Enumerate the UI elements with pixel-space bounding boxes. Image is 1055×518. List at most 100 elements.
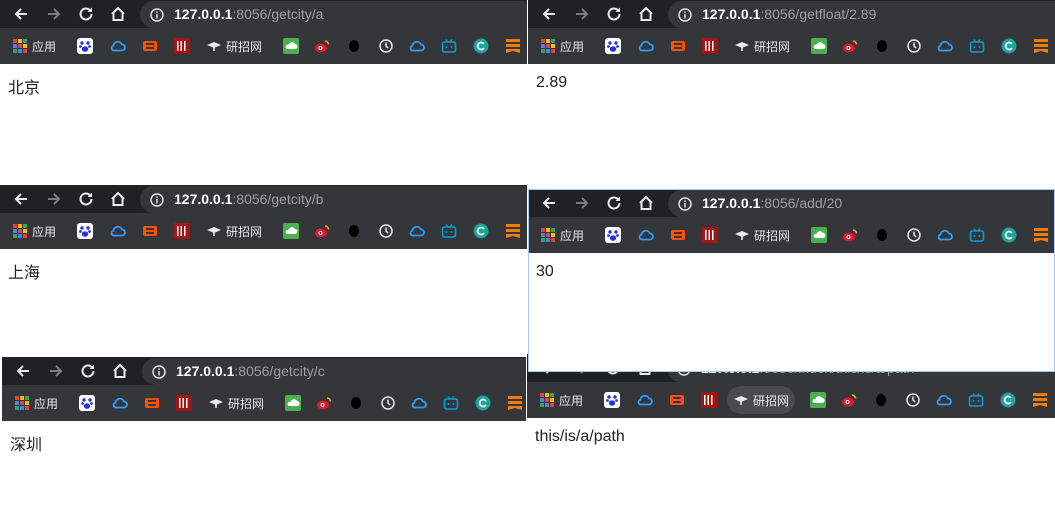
bookmark-cloud-2[interactable] xyxy=(409,37,425,55)
bookmark-yanzhao[interactable]: 研招网 xyxy=(208,394,264,412)
bookmark-taobao[interactable] xyxy=(142,222,158,240)
bookmark-cloud[interactable] xyxy=(638,226,654,244)
bookmark-bilibili[interactable] xyxy=(969,37,985,55)
bookmark-taobao[interactable] xyxy=(142,37,158,55)
bookmark-clock[interactable] xyxy=(380,394,396,412)
bookmark-orange[interactable] xyxy=(1033,37,1049,55)
address-bar[interactable]: 127.0.0.1:8056/getcity/b xyxy=(140,186,527,213)
bookmark-cloud[interactable] xyxy=(110,37,126,55)
bookmark-yanzhao[interactable]: 研招网 xyxy=(206,222,262,240)
bookmark-teal[interactable] xyxy=(473,37,489,55)
bookmark-cloud-2[interactable] xyxy=(937,37,953,55)
bookmark-baidu[interactable] xyxy=(604,391,620,409)
bookmark-apps[interactable]: 应用 xyxy=(539,391,583,409)
bookmark-baidu[interactable] xyxy=(77,37,93,55)
bookmark-black-circle[interactable] xyxy=(346,37,362,55)
home-icon[interactable] xyxy=(637,5,655,23)
bookmark-green-cloud[interactable] xyxy=(283,222,299,240)
bookmark-baidu[interactable] xyxy=(77,222,93,240)
bookmark-red-icon[interactable] xyxy=(702,226,718,244)
bookmark-taobao[interactable] xyxy=(670,37,686,55)
info-icon[interactable] xyxy=(678,8,692,22)
bookmark-green-cloud[interactable] xyxy=(811,226,827,244)
bookmark-cloud[interactable] xyxy=(110,222,126,240)
reload-icon[interactable] xyxy=(79,362,97,380)
bookmark-clock[interactable] xyxy=(905,391,921,409)
home-icon[interactable] xyxy=(111,362,129,380)
bookmark-taobao[interactable] xyxy=(670,226,686,244)
bookmark-yanzhao[interactable]: 研招网 xyxy=(206,37,262,55)
bookmark-black-circle[interactable] xyxy=(348,394,364,412)
info-icon[interactable] xyxy=(150,193,164,207)
bookmark-cloud[interactable] xyxy=(637,391,653,409)
forward-arrow-icon[interactable] xyxy=(47,362,65,380)
bookmark-apps[interactable]: 应用 xyxy=(14,394,58,412)
bookmark-taobao[interactable] xyxy=(669,391,685,409)
reload-icon[interactable] xyxy=(605,5,623,23)
bookmark-weibo[interactable] xyxy=(314,222,330,240)
bookmark-cloud[interactable] xyxy=(112,394,128,412)
address-bar[interactable]: 127.0.0.1:8056/getfloat/2.89 xyxy=(668,1,1055,28)
bookmark-weibo[interactable] xyxy=(842,226,858,244)
bookmark-yanzhao[interactable]: 研招网 xyxy=(734,37,790,55)
bookmark-apps[interactable]: 应用 xyxy=(540,37,584,55)
bookmark-orange[interactable] xyxy=(507,394,523,412)
home-icon[interactable] xyxy=(109,190,127,208)
reload-icon[interactable] xyxy=(77,5,95,23)
bookmark-teal[interactable] xyxy=(473,222,489,240)
bookmark-clock[interactable] xyxy=(906,37,922,55)
bookmark-clock[interactable] xyxy=(378,37,394,55)
bookmark-yanzhao-hovered[interactable]: 研招网 xyxy=(727,386,796,414)
bookmark-teal[interactable] xyxy=(1001,37,1017,55)
forward-arrow-icon[interactable] xyxy=(573,5,591,23)
back-arrow-icon[interactable] xyxy=(12,5,30,23)
bookmark-red-icon[interactable] xyxy=(174,222,190,240)
bookmark-cloud-2[interactable] xyxy=(936,391,952,409)
forward-arrow-icon[interactable] xyxy=(45,190,63,208)
bookmark-baidu[interactable] xyxy=(605,37,621,55)
bookmark-red-icon[interactable] xyxy=(702,37,718,55)
address-bar[interactable]: 127.0.0.1:8056/getcity/a xyxy=(140,1,527,28)
bookmark-cloud-2[interactable] xyxy=(411,394,427,412)
back-arrow-icon[interactable] xyxy=(540,194,558,212)
bookmark-clock[interactable] xyxy=(906,226,922,244)
bookmark-black-circle[interactable] xyxy=(874,226,890,244)
bookmark-orange[interactable] xyxy=(1032,391,1048,409)
forward-arrow-icon[interactable] xyxy=(45,5,63,23)
bookmark-cloud[interactable] xyxy=(638,37,654,55)
bookmark-weibo[interactable] xyxy=(842,37,858,55)
forward-arrow-icon[interactable] xyxy=(573,194,591,212)
info-icon[interactable] xyxy=(150,8,164,22)
bookmark-apps[interactable]: 应用 xyxy=(540,226,584,244)
bookmark-green-cloud[interactable] xyxy=(285,394,301,412)
bookmark-red-icon[interactable] xyxy=(701,391,717,409)
reload-icon[interactable] xyxy=(77,190,95,208)
bookmark-green-cloud[interactable] xyxy=(283,37,299,55)
bookmark-teal[interactable] xyxy=(475,394,491,412)
bookmark-red-icon[interactable] xyxy=(174,37,190,55)
bookmark-teal[interactable] xyxy=(1001,226,1017,244)
bookmark-weibo[interactable] xyxy=(841,391,857,409)
bookmark-green-cloud[interactable] xyxy=(810,391,826,409)
bookmark-orange[interactable] xyxy=(505,37,521,55)
back-arrow-icon[interactable] xyxy=(14,362,32,380)
bookmark-apps[interactable]: 应用 xyxy=(12,222,56,240)
bookmark-apps[interactable]: 应用 xyxy=(12,37,56,55)
back-arrow-icon[interactable] xyxy=(12,190,30,208)
bookmark-weibo[interactable] xyxy=(316,394,332,412)
bookmark-bilibili[interactable] xyxy=(441,222,457,240)
home-icon[interactable] xyxy=(637,194,655,212)
bookmark-bilibili[interactable] xyxy=(443,394,459,412)
bookmark-teal[interactable] xyxy=(1000,391,1016,409)
info-icon[interactable] xyxy=(152,365,166,379)
back-arrow-icon[interactable] xyxy=(540,5,558,23)
bookmark-baidu[interactable] xyxy=(605,226,621,244)
bookmark-baidu[interactable] xyxy=(79,394,95,412)
bookmark-orange[interactable] xyxy=(505,222,521,240)
info-icon[interactable] xyxy=(678,197,692,211)
bookmark-orange[interactable] xyxy=(1033,226,1049,244)
address-bar[interactable]: 127.0.0.1:8056/getcity/c xyxy=(142,358,526,385)
home-icon[interactable] xyxy=(109,5,127,23)
bookmark-taobao[interactable] xyxy=(144,394,160,412)
reload-icon[interactable] xyxy=(605,194,623,212)
